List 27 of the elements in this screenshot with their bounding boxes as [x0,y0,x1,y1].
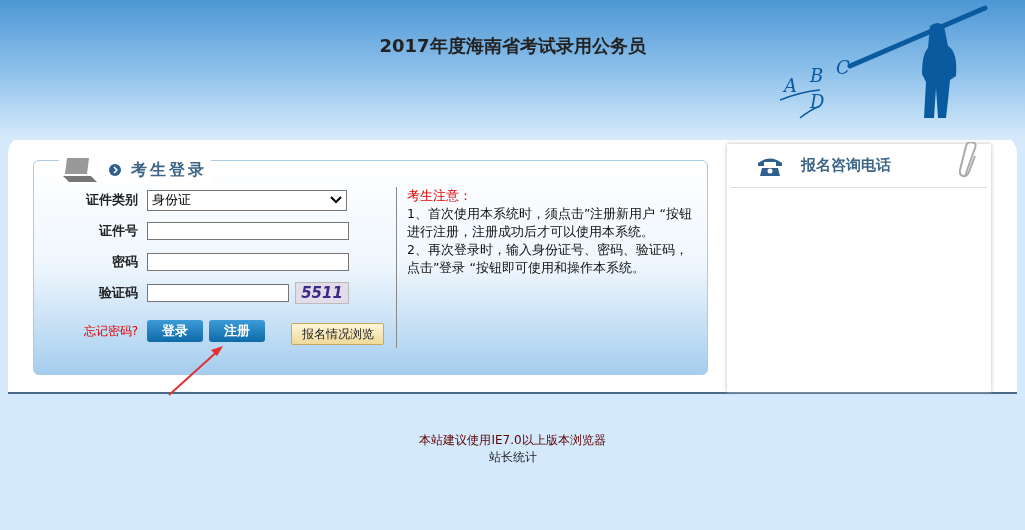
input-field[interactable] [147,222,349,240]
page-title: 2017年度海南省考试录用公务员 [379,34,646,56]
laptop-icon [63,156,99,184]
field-label: 证件类别 [84,191,138,210]
register-button[interactable]: 注册 [209,320,265,342]
chevron-down-icon [330,196,342,204]
paperclip-icon [959,142,979,180]
notice-text: 1、首次使用本系统时，须点击”注册新用户 “按钮进行注册，注册成功后才可以使用本系统。 [407,205,693,241]
login-button[interactable]: 登录 [147,320,203,342]
notice-title: 考生注意： [407,187,473,205]
browse-button[interactable]: 报名情况浏览 [291,323,384,345]
input-field[interactable] [147,284,289,302]
pointer-arrow [166,344,226,398]
field-label: 证件号 [97,222,138,241]
panel-title: 考生登录 [131,159,207,181]
input-field[interactable] [147,253,349,271]
man-with-pencil-drawing: A B C D [780,4,992,120]
field-label: 密码 [111,253,138,272]
field-label: 验证码 [97,284,138,303]
browser-recommendation: 本站建议使用IE7.0以上版本浏览器 [419,432,606,449]
chevron-circle-icon [109,164,121,176]
notice-text: 2、再次登录时，输入身份证号、密码、验证码，点击”登录 “按钮即可使用和操作本系统。 [407,241,689,277]
panel-title: 报名咨询电话 [801,155,891,177]
stats-link[interactable]: 站长统计 [488,449,537,466]
id-type-select[interactable]: 身份证 [147,189,347,211]
captcha-image: 5511 [295,282,349,304]
forgot-password-link[interactable]: 忘记密码? [34,322,138,340]
